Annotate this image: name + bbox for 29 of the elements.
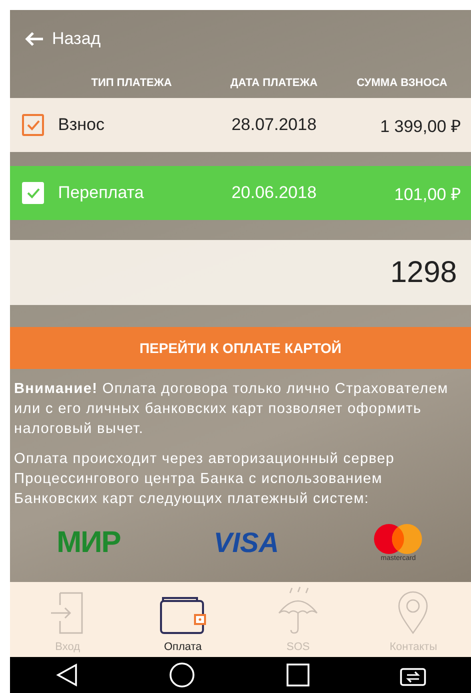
map-pin-icon	[397, 591, 430, 635]
pay-by-card-button[interactable]: ПЕРЕЙТИ К ОПЛАТЕ КАРТОЙ	[10, 327, 471, 369]
payment-type: Переплата	[58, 183, 145, 203]
checkbox[interactable]	[22, 182, 44, 204]
enter-door-icon	[50, 591, 86, 635]
payment-amount: 1 399,00 ₽	[379, 116, 461, 136]
back-icon[interactable]	[55, 663, 80, 687]
payment-date: 28.07.2018	[230, 115, 318, 135]
column-header: ДАТА ПЛАТЕЖА	[229, 77, 319, 89]
back-button[interactable]: Назад	[10, 28, 107, 50]
column-header: ТИП ПЛАТЕЖА	[90, 77, 173, 89]
info-text: Внимание! Оплата договора только лично Страхователем или с его личных банковских карт позволяет оформить налоговый вычет.	[13, 380, 450, 439]
payment-row[interactable]: Взнос 28.07.2018 1 399,00 ₽	[10, 98, 471, 152]
amount-field[interactable]: 1298	[10, 240, 471, 305]
umbrella-rain-icon	[276, 585, 320, 635]
column-header: СУММА ВЗНОСА	[356, 77, 448, 89]
payment-amount: 101,00 ₽	[393, 184, 461, 204]
info-text: Оплата происходит через авторизационный сервер Процессингового центра Банка с использованием Банковских карт следующих платежный систем:	[13, 450, 396, 509]
payment-type: Взнос	[58, 115, 106, 135]
home-icon[interactable]	[169, 662, 196, 688]
visa-logo: VISA	[214, 526, 279, 558]
mir-logo: МИР	[56, 526, 120, 560]
back-arrow-icon	[24, 31, 44, 47]
checkbox[interactable]	[22, 114, 44, 136]
recent-apps-icon[interactable]	[286, 663, 310, 687]
tab[interactable]: Оплата	[125, 582, 240, 657]
wallet-icon	[158, 595, 207, 635]
payment-row[interactable]: Переплата 20.06.2018 101,00 ₽	[10, 166, 471, 220]
payment-date: 20.06.2018	[230, 183, 318, 203]
